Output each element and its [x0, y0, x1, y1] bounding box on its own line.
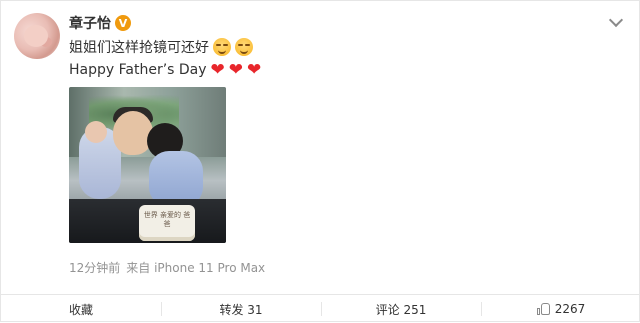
photo-child-left-head — [85, 121, 107, 143]
chevron-down-icon[interactable] — [608, 12, 624, 28]
heart-emoji-icon: ❤ — [228, 59, 244, 80]
comment-label: 评论 251 — [375, 302, 427, 317]
avatar[interactable] — [14, 13, 60, 59]
post-meta: 12分钟前 来自 iPhone 11 Pro Max — [69, 259, 265, 276]
avatar-image — [24, 25, 48, 47]
author-row: 章子怡 V — [69, 13, 131, 33]
smirk-emoji-icon — [235, 38, 253, 56]
action-bar: 收藏 转发 31 评论 251 2267 — [1, 294, 640, 323]
comment-button[interactable]: 评论 251 — [321, 295, 481, 323]
repost-label: 转发 31 — [219, 302, 263, 317]
post-text-line-2: Happy Father’s Day ❤ ❤ ❤ — [69, 60, 261, 80]
weibo-post-card: 章子怡 V 姐姐们这样抢镜可还好 Happy Father’s Day ❤ ❤ … — [0, 0, 640, 322]
favorite-label: 收藏 — [68, 302, 93, 317]
favorite-button[interactable]: 收藏 — [1, 295, 161, 323]
post-time[interactable]: 12分钟前 — [69, 259, 120, 276]
post-source: 来自 iPhone 11 Pro Max — [126, 261, 266, 275]
photo-man-face — [113, 111, 153, 155]
heart-emoji-icon: ❤ — [210, 59, 225, 80]
smirk-emoji-icon — [213, 38, 231, 56]
post-photo[interactable]: 世界 亲爱的 爸爸 — [69, 87, 226, 243]
thumbs-up-icon — [536, 303, 551, 315]
verified-badge-icon: V — [115, 15, 131, 31]
post-text: Happy Father’s Day — [69, 62, 207, 78]
photo-cake-text: 世界 亲爱的 爸爸 — [143, 211, 191, 228]
post-text-line-1: 姐姐们这样抢镜可还好 — [69, 37, 253, 57]
heart-emoji-icon: ❤ — [247, 59, 262, 80]
like-count: 2267 — [554, 302, 586, 316]
like-button[interactable]: 2267 — [481, 295, 640, 323]
repost-button[interactable]: 转发 31 — [161, 295, 321, 323]
author-name[interactable]: 章子怡 — [69, 13, 111, 33]
post-text: 姐姐们这样抢镜可还好 — [69, 40, 209, 56]
